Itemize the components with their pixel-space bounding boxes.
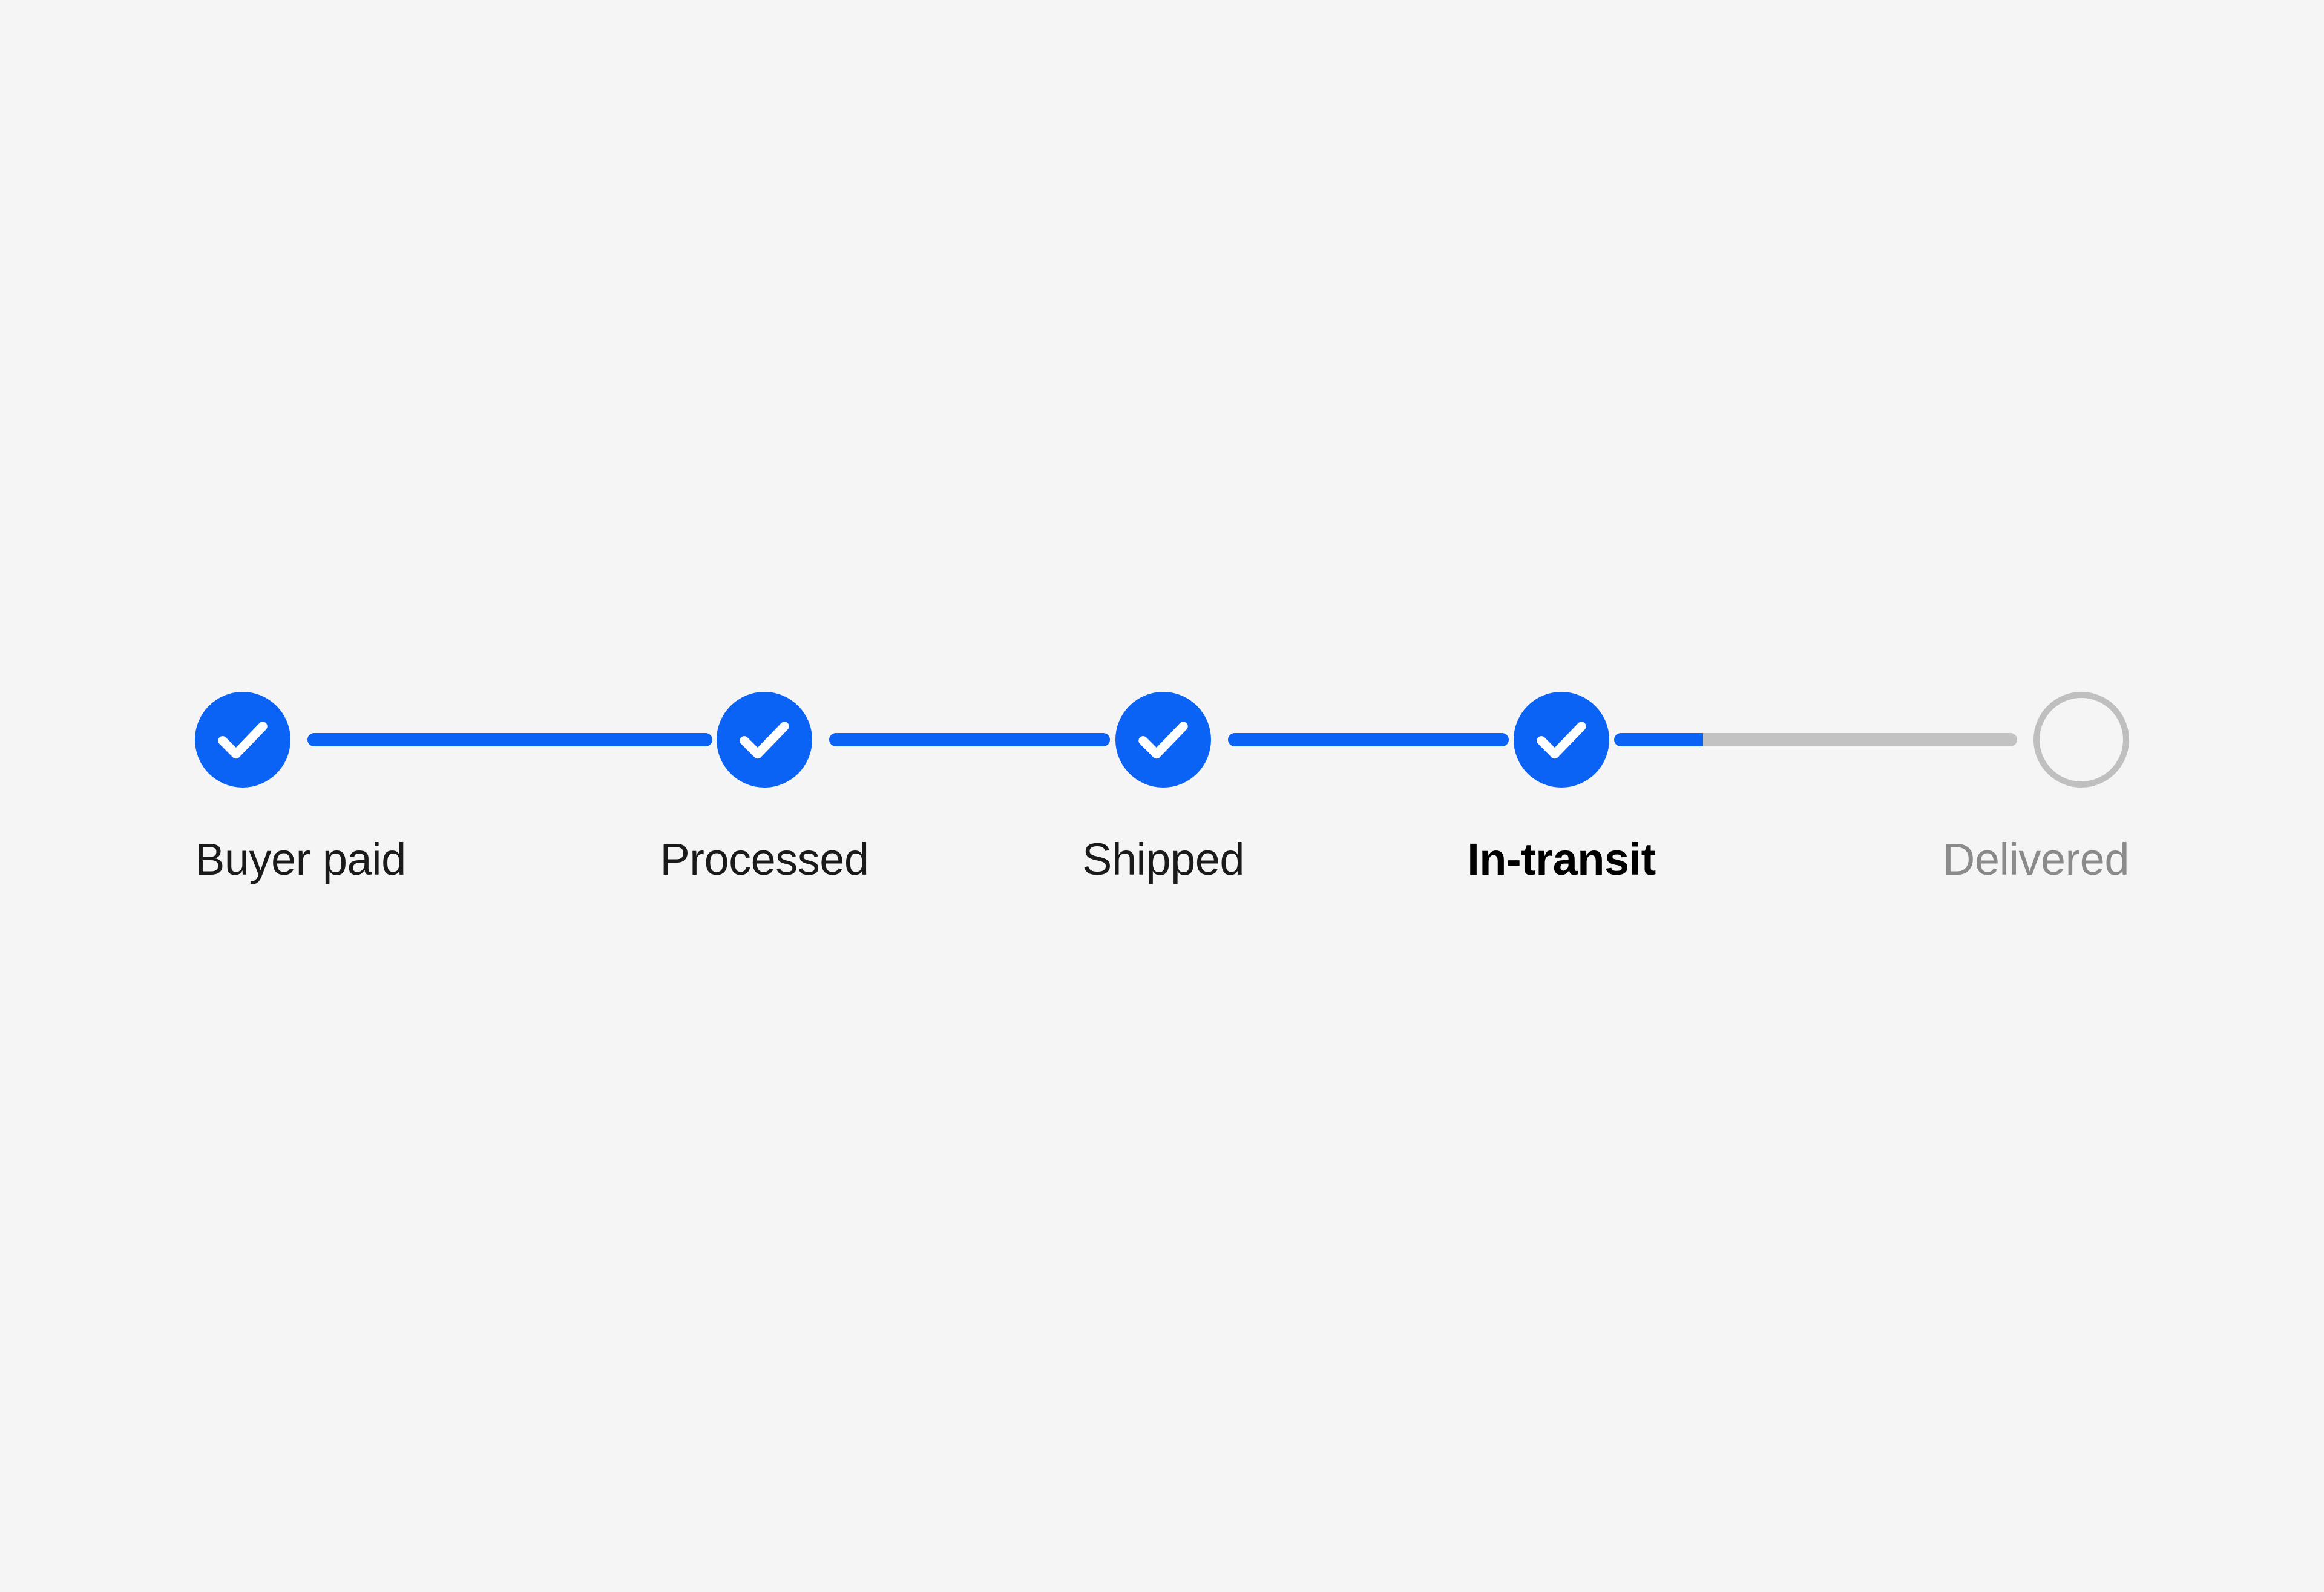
connector-progress-fill bbox=[1614, 733, 1703, 746]
step-node-delivered[interactable] bbox=[2034, 692, 2129, 788]
step-node-processed[interactable] bbox=[717, 692, 812, 788]
step-label-delivered: Delivered bbox=[1942, 834, 2130, 884]
connector-buyer-paid-to-processed bbox=[307, 733, 712, 746]
empty-circle-icon bbox=[2040, 698, 2123, 781]
order-status-stepper: Buyer paid Processed Shipped In-transit … bbox=[195, 692, 2130, 886]
step-node-shipped[interactable] bbox=[1115, 692, 1211, 788]
step-label-buyer-paid: Buyer paid bbox=[195, 834, 406, 884]
connector-processed-to-shipped bbox=[829, 733, 1110, 746]
connector-in-transit-to-delivered bbox=[1614, 733, 2017, 746]
stepper-labels: Buyer paid Processed Shipped In-transit … bbox=[195, 834, 2130, 904]
step-label-shipped: Shipped bbox=[1082, 834, 1245, 884]
check-icon bbox=[717, 692, 812, 788]
step-label-processed: Processed bbox=[660, 834, 869, 884]
check-icon bbox=[195, 692, 290, 788]
check-icon bbox=[1115, 692, 1211, 788]
step-node-buyer-paid[interactable] bbox=[195, 692, 290, 788]
step-node-in-transit[interactable] bbox=[1514, 692, 1609, 788]
check-icon bbox=[1514, 692, 1609, 788]
connector-shipped-to-in-transit bbox=[1228, 733, 1509, 746]
step-label-in-transit: In-transit bbox=[1467, 834, 1656, 884]
stepper-track bbox=[195, 692, 2129, 788]
